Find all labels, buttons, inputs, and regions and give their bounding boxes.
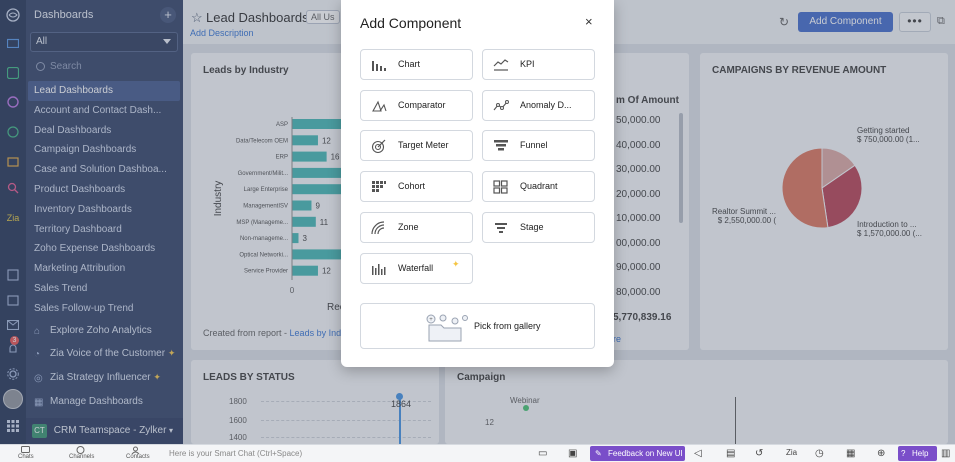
- component-comparator[interactable]: Comparator: [360, 90, 473, 121]
- target-meter-icon: [371, 139, 386, 153]
- zia-icon[interactable]: Zia: [786, 448, 797, 457]
- comparator-icon: [372, 100, 387, 112]
- sparkle-icon: ✦: [452, 259, 460, 269]
- component-kpi[interactable]: KPI: [482, 49, 595, 80]
- gallery-folder-icon: +: [426, 314, 468, 342]
- tab-contacts[interactable]: Contacts: [126, 454, 150, 460]
- close-icon[interactable]: ×: [585, 14, 593, 29]
- feedback-button[interactable]: ✎ Feedback on New UI: [590, 446, 685, 461]
- screen-share-icon[interactable]: ▭: [538, 448, 547, 459]
- add-component-modal: Add Component × Chart KPI Comparator Ano…: [341, 0, 614, 367]
- component-quadrant[interactable]: Quadrant: [482, 171, 595, 202]
- component-funnel[interactable]: Funnel: [482, 130, 595, 161]
- pick-from-gallery-button[interactable]: + Pick from gallery: [360, 303, 595, 349]
- history-icon[interactable]: ↺: [755, 448, 763, 459]
- question-icon: ?: [901, 449, 906, 458]
- svg-text:+: +: [429, 317, 433, 323]
- component-zone[interactable]: Zone: [360, 212, 473, 243]
- waterfall-icon: [372, 264, 386, 275]
- anomaly-icon: [493, 100, 509, 111]
- component-cohort[interactable]: Cohort: [360, 171, 473, 202]
- bottom-bar: Chats Channels Contacts Here is your Sma…: [0, 444, 955, 462]
- gallery-label: Pick from gallery: [474, 321, 541, 331]
- megaphone-icon[interactable]: ◁: [694, 448, 702, 459]
- chats-icon[interactable]: [21, 446, 30, 454]
- files-icon[interactable]: ▤: [726, 448, 735, 459]
- stage-icon: [495, 223, 507, 233]
- alarm-icon[interactable]: ◷: [815, 448, 824, 459]
- funnel-icon: [494, 140, 508, 151]
- media-icon[interactable]: ▣: [568, 448, 577, 459]
- channels-icon[interactable]: [76, 446, 85, 454]
- component-target-meter[interactable]: Target Meter: [360, 130, 473, 161]
- component-anomaly[interactable]: Anomaly D...: [482, 90, 595, 121]
- zone-icon: [371, 221, 385, 235]
- chart-icon: [372, 61, 386, 71]
- component-waterfall[interactable]: Waterfall ✦: [360, 253, 473, 284]
- contacts-icon[interactable]: [131, 446, 140, 454]
- cohort-icon: [372, 181, 386, 192]
- quadrant-icon: [493, 180, 508, 194]
- component-stage[interactable]: Stage: [482, 212, 595, 243]
- calendar-icon[interactable]: ▦: [846, 448, 855, 459]
- smart-chat-input[interactable]: Here is your Smart Chat (Ctrl+Space): [169, 449, 302, 458]
- tab-chats[interactable]: Chats: [18, 454, 34, 460]
- upload-icon[interactable]: ⊕: [877, 448, 885, 459]
- kpi-icon: [493, 59, 509, 71]
- edit-icon: ✎: [595, 449, 602, 458]
- help-button[interactable]: ? Help: [898, 446, 937, 461]
- modal-title: Add Component: [360, 15, 462, 31]
- component-chart[interactable]: Chart: [360, 49, 473, 80]
- tab-channels[interactable]: Channels: [69, 454, 94, 460]
- notes-icon[interactable]: ▥: [941, 448, 950, 459]
